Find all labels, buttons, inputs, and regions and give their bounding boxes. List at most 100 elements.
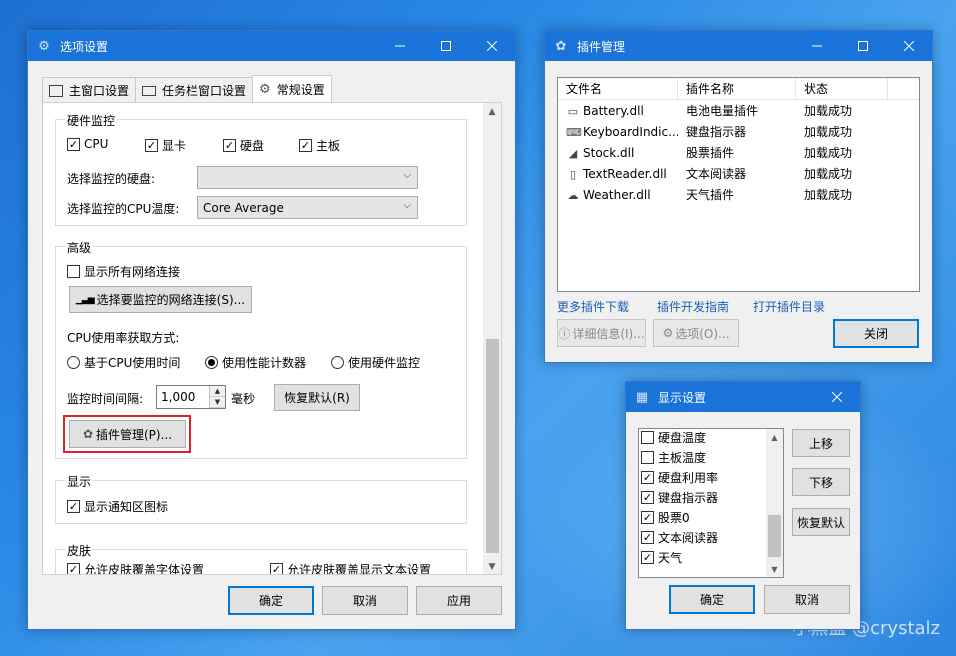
keyboard-icon: ⌨ xyxy=(566,125,582,139)
more-plugins-link[interactable]: 更多插件下载 xyxy=(557,298,629,315)
display-list-scrollbar[interactable]: ▲ ▼ xyxy=(766,429,783,577)
list-item[interactable]: 主板温度 xyxy=(639,447,767,467)
battery-icon: ▭ xyxy=(567,104,579,118)
display-ok-button[interactable]: 确定 xyxy=(669,585,755,614)
list-item[interactable]: 硬盘温度 xyxy=(639,429,767,447)
checkbox-box: ✓ xyxy=(67,137,80,151)
checkbox-box: ✓ xyxy=(641,550,654,564)
list-item[interactable]: ☁ Weather.dll 天气插件 加载成功 xyxy=(558,184,919,205)
interval-label: 监控时间间隔: xyxy=(67,392,144,406)
tab-taskbar-window[interactable]: 任务栏窗口设置 xyxy=(135,77,254,103)
close-button[interactable] xyxy=(469,31,515,61)
info-icon: ⓘ xyxy=(558,326,571,341)
gear-icon: ⚙ xyxy=(259,82,271,97)
plugin-list[interactable]: 文件名 插件名称 状态 ▭ Battery.dll 电池电量插件 加载成功 ⌨Ke… xyxy=(557,77,920,292)
checkbox-box: ✓ xyxy=(641,530,654,544)
options-window: ⚙ 选项设置 主窗口设置 任务栏窗口设置 ⚙ 常规设置 硬件监控 ✓ CPU ✓… xyxy=(27,30,516,630)
cloud-icon: ☁ xyxy=(567,188,579,202)
scroll-down-icon[interactable]: ▼ xyxy=(483,558,501,574)
display-title: 显示 xyxy=(65,473,94,490)
scroll-up-icon[interactable]: ▲ xyxy=(766,429,783,445)
column-header-name[interactable]: 插件名称 xyxy=(678,78,796,99)
checkbox-box: ✓ xyxy=(270,563,283,575)
window-icon xyxy=(49,84,63,97)
plugin-manage-button[interactable]: ✿ 插件管理(P)... xyxy=(69,420,186,448)
close-button[interactable] xyxy=(814,382,860,412)
list-item[interactable]: ◢ Stock.dll 股票插件 加载成功 xyxy=(558,142,919,163)
plugin-window-title: 插件管理 xyxy=(577,39,626,54)
radio-cpu-time[interactable]: 基于CPU使用时间 xyxy=(67,354,180,371)
plugin-close-button[interactable]: 关闭 xyxy=(833,319,919,348)
chevron-down-icon: ⌵ xyxy=(403,200,411,211)
disk-select[interactable]: ⌵ xyxy=(197,166,418,189)
gpu-checkbox[interactable]: ✓ 显卡 xyxy=(145,137,186,154)
interval-input[interactable]: 1,000 ▲ ▼ xyxy=(156,385,226,409)
list-item[interactable]: ▯ TextReader.dll 文本阅读器 加载成功 xyxy=(558,163,919,184)
plugin-titlebar[interactable]: ✿ 插件管理 xyxy=(545,31,932,61)
apply-button[interactable]: 应用 xyxy=(416,586,502,615)
restore-default-button[interactable]: 恢复默认(R) xyxy=(274,384,360,411)
mainboard-checkbox[interactable]: ✓ 主板 xyxy=(299,137,340,154)
select-network-button[interactable]: ▁▃▅ 选择要监控的网络连接(S)... xyxy=(69,286,252,313)
list-item[interactable]: ✓ 天气 xyxy=(639,547,767,567)
maximize-button[interactable] xyxy=(423,31,469,61)
plugin-details-button[interactable]: ⓘ 详细信息(I)... xyxy=(557,319,646,347)
display-cancel-button[interactable]: 取消 xyxy=(764,585,850,614)
minimize-button[interactable] xyxy=(794,31,840,61)
checkbox-box: ✓ xyxy=(145,139,158,152)
list-item[interactable]: ✓ 股票0 xyxy=(639,507,767,527)
scroll-thumb[interactable] xyxy=(768,515,781,557)
restore-default-button[interactable]: 恢复默认 xyxy=(792,508,850,536)
list-item[interactable]: ⌨KeyboardIndic... 键盘指示器 加载成功 xyxy=(558,121,919,142)
options-window-title: 选项设置 xyxy=(60,39,109,54)
close-button[interactable] xyxy=(886,31,932,61)
show-all-network-checkbox[interactable]: 显示所有网络连接 xyxy=(67,263,180,280)
list-item[interactable]: ✓ 硬盘利用率 xyxy=(639,467,767,487)
display-icon: ▦ xyxy=(635,389,649,405)
cpu-checkbox[interactable]: ✓ CPU xyxy=(67,137,108,151)
open-plugin-folder-link[interactable]: 打开插件目录 xyxy=(753,298,825,315)
maximize-button[interactable] xyxy=(840,31,886,61)
minimize-button[interactable] xyxy=(377,31,423,61)
display-titlebar[interactable]: ▦ 显示设置 xyxy=(626,382,860,412)
checkbox-box: ✓ xyxy=(223,139,236,152)
move-up-button[interactable]: 上移 xyxy=(792,429,850,457)
column-header-status[interactable]: 状态 xyxy=(796,78,888,99)
cpu-temp-select[interactable]: Core Average ⌵ xyxy=(197,196,418,219)
cancel-button[interactable]: 取消 xyxy=(322,586,408,615)
chevron-down-icon: ⌵ xyxy=(403,170,411,181)
cpu-method-label: CPU使用率获取方式: xyxy=(67,331,180,345)
spin-down-icon[interactable]: ▼ xyxy=(210,397,225,408)
move-down-button[interactable]: 下移 xyxy=(792,468,850,496)
radio-hardware-monitor[interactable]: 使用硬件监控 xyxy=(331,354,420,371)
scroll-thumb[interactable] xyxy=(486,339,499,553)
options-titlebar[interactable]: ⚙ 选项设置 xyxy=(28,31,515,61)
scroll-down-icon[interactable]: ▼ xyxy=(766,561,783,577)
plugin-manager-window: ✿ 插件管理 文件名 插件名称 状态 ▭ Battery.dll 电池电量插件 加… xyxy=(544,30,933,363)
show-tray-icon-checkbox[interactable]: ✓ 显示通知区图标 xyxy=(67,498,168,515)
checkbox-box: ✓ xyxy=(641,490,654,504)
tab-general[interactable]: ⚙ 常规设置 xyxy=(252,75,332,103)
settings-scrollbar[interactable]: ▲ ▼ xyxy=(483,103,501,574)
radio-perf-counter[interactable]: 使用性能计数器 xyxy=(205,354,306,371)
list-item[interactable]: ✓ 文本阅读器 xyxy=(639,527,767,547)
skin-text-override-checkbox[interactable]: ✓ 允许皮肤覆盖显示文本设置 xyxy=(270,561,431,575)
radio-dot xyxy=(205,356,218,369)
display-items-list[interactable]: 硬盘温度 主板温度 ✓ 硬盘利用率 ✓ 键盘指示器 ✓ 股票0 ✓ 文本阅读器 xyxy=(638,428,784,578)
plugin-options-button[interactable]: ⚙ 选项(O)... xyxy=(653,319,739,347)
checkbox-box: ✓ xyxy=(299,139,312,152)
disk-checkbox[interactable]: ✓ 硬盘 xyxy=(223,137,264,154)
spin-up-icon[interactable]: ▲ xyxy=(210,386,225,397)
skin-font-override-checkbox[interactable]: ✓ 允许皮肤覆盖字体设置 xyxy=(67,561,204,574)
radio-dot xyxy=(67,356,80,369)
scroll-up-icon[interactable]: ▲ xyxy=(483,103,501,121)
checkbox-box xyxy=(641,450,654,464)
column-header-file[interactable]: 文件名 xyxy=(558,78,678,99)
ok-button[interactable]: 确定 xyxy=(228,586,314,615)
tab-main-window[interactable]: 主窗口设置 xyxy=(42,77,137,103)
plugin-dev-guide-link[interactable]: 插件开发指南 xyxy=(657,298,729,315)
puzzle-icon: ✿ xyxy=(82,427,93,441)
spin-arrows[interactable]: ▲ ▼ xyxy=(209,386,225,408)
list-item[interactable]: ✓ 键盘指示器 xyxy=(639,487,767,507)
list-item[interactable]: ▭ Battery.dll 电池电量插件 加载成功 xyxy=(558,100,919,121)
